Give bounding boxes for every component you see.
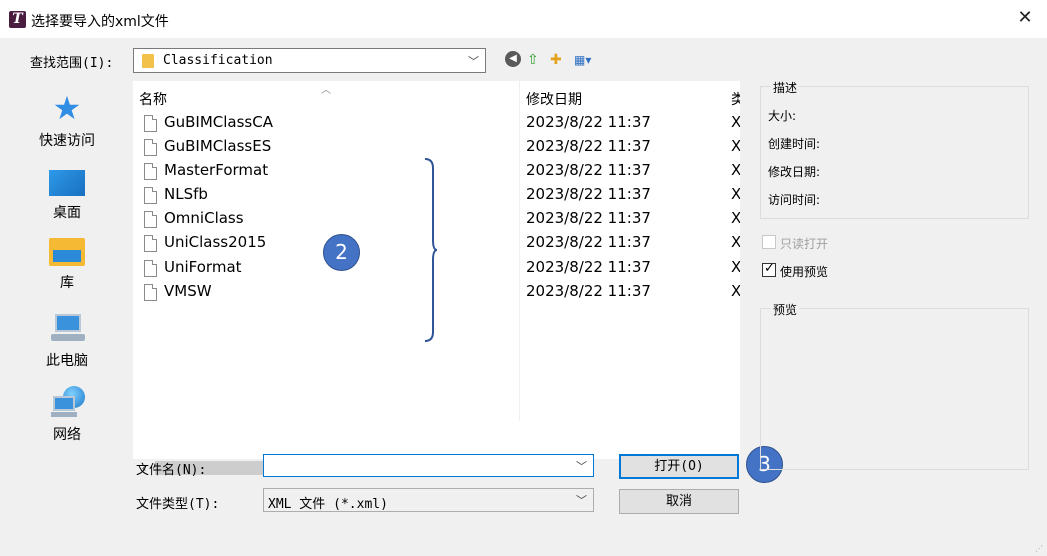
file-name: UniClass2015 (164, 233, 267, 251)
file-open-dialog: 查找范围(I): Classification ﹀ ◀ ⇧ ✚ ▦▾ ★ 快速访… (0, 38, 1047, 556)
readonly-checkbox[interactable] (762, 235, 776, 249)
place-library[interactable]: 库 (7, 234, 127, 304)
place-label: 网络 (53, 427, 81, 443)
file-icon (144, 284, 157, 301)
preview-label: 使用预览 (780, 265, 829, 279)
place-this-pc[interactable]: 此电脑 (7, 308, 127, 378)
up-folder-icon[interactable]: ⇧ (527, 51, 543, 69)
open-button[interactable]: 打开(O) (619, 454, 739, 479)
file-icon (144, 260, 157, 277)
file-date: 2023/8/22 11:37 (526, 137, 651, 155)
file-date: 2023/8/22 11:37 (526, 209, 651, 227)
quick-access-star-icon: ★ (52, 89, 82, 127)
look-in-combo[interactable]: Classification ﹀ (133, 48, 486, 73)
preview-checkbox[interactable]: ✓ (762, 261, 776, 277)
file-name-combo[interactable]: ﹀ (263, 454, 594, 477)
chevron-down-icon[interactable]: ﹀ (468, 53, 479, 69)
details-accessed: 访问时间: (768, 193, 821, 207)
window-title: 选择要导入的xml文件 (31, 14, 169, 30)
place-label: 库 (60, 275, 74, 291)
file-type: X (731, 113, 740, 131)
file-date: 2023/8/22 11:37 (526, 282, 651, 300)
readonly-label: 只读打开 (780, 237, 829, 251)
file-date: 2023/8/22 11:37 (526, 233, 651, 251)
look-in-label: 查找范围(I): (30, 56, 114, 71)
file-name: MasterFormat (164, 161, 269, 179)
file-date: 2023/8/22 11:37 (526, 161, 651, 179)
file-icon (144, 115, 157, 132)
file-name: GuBIMClassES (164, 137, 272, 155)
network-icon (49, 386, 85, 418)
step-badge-2: 2 (323, 234, 360, 271)
file-name: GuBIMClassCA (164, 113, 273, 131)
file-name: OmniClass (164, 209, 244, 227)
file-name: VMSW (164, 282, 212, 300)
file-type: X (731, 185, 740, 203)
file-name: NLSfb (164, 185, 208, 203)
library-icon (49, 238, 85, 266)
file-name-input[interactable] (264, 455, 564, 476)
chevron-down-icon[interactable]: ﹀ (576, 492, 587, 508)
details-created: 创建时间: (768, 137, 821, 151)
details-group: 描述 大小: 创建时间: 修改日期: 访问时间: (760, 79, 1029, 219)
column-header-type[interactable]: 类 (731, 89, 740, 109)
sort-ascending-icon: ︿ (321, 85, 331, 96)
file-type-label: 文件类型(T): (136, 497, 220, 512)
file-icon (144, 187, 157, 204)
file-type-select[interactable]: XML 文件 (*.xml) ﹀ (263, 488, 594, 512)
file-icon (144, 211, 157, 228)
places-bar: ★ 快速访问 桌面 库 此电脑 网络 (7, 78, 127, 528)
place-quick-access[interactable]: ★ 快速访问 (7, 88, 127, 158)
brace-annotation-icon (424, 158, 438, 342)
file-type: X (731, 282, 740, 300)
close-icon[interactable]: ✕ (1015, 8, 1035, 28)
file-row[interactable]: GuBIMClassCA 2023/8/22 11:37 X (133, 112, 740, 136)
resize-grip-icon[interactable]: ⋰ (1035, 544, 1043, 553)
file-type-value: XML 文件 (*.xml) (268, 497, 388, 512)
app-icon: T (9, 11, 26, 28)
desktop-icon (49, 170, 85, 196)
preview-title: 预览 (771, 301, 800, 318)
details-size: 大小: (768, 109, 797, 123)
view-menu-icon[interactable]: ▦▾ (574, 51, 602, 69)
file-type: X (731, 233, 740, 251)
column-header-name[interactable]: 名称 (139, 89, 167, 109)
cancel-button[interactable]: 取消 (619, 489, 739, 514)
look-in-value: Classification (163, 53, 273, 68)
place-label: 快速访问 (39, 133, 95, 149)
file-name: UniFormat (164, 258, 242, 276)
file-icon (144, 139, 157, 156)
file-icon (144, 235, 157, 252)
file-date: 2023/8/22 11:37 (526, 258, 651, 276)
place-network[interactable]: 网络 (7, 382, 127, 452)
title-bar: T 选择要导入的xml文件 ✕ (0, 0, 1047, 38)
new-folder-icon[interactable]: ✚ (550, 51, 568, 69)
this-pc-icon (49, 312, 85, 344)
file-name-label: 文件名(N): (136, 463, 207, 478)
preview-group: 预览 (760, 301, 1029, 470)
file-date: 2023/8/22 11:37 (526, 185, 651, 203)
file-type: X (731, 209, 740, 227)
file-date: 2023/8/22 11:37 (526, 113, 651, 131)
file-type: X (731, 137, 740, 155)
place-label: 此电脑 (46, 353, 88, 369)
folder-icon (142, 54, 154, 68)
column-header-date[interactable]: 修改日期 (526, 89, 582, 109)
file-type: X (731, 258, 740, 276)
file-icon (144, 163, 157, 180)
checkmark-icon: ✓ (764, 261, 775, 276)
place-label: 桌面 (53, 205, 81, 221)
place-desktop[interactable]: 桌面 (7, 162, 127, 232)
details-title: 描述 (771, 79, 800, 96)
file-type: X (731, 161, 740, 179)
details-modified: 修改日期: (768, 165, 821, 179)
file-list[interactable]: ︿ 名称 修改日期 类 GuBIMClassCA 2023/8/22 11:37… (133, 81, 740, 459)
chevron-down-icon[interactable]: ﹀ (576, 458, 587, 474)
back-icon[interactable]: ◀ (505, 51, 521, 67)
file-row[interactable]: GuBIMClassES 2023/8/22 11:37 X (133, 136, 740, 160)
